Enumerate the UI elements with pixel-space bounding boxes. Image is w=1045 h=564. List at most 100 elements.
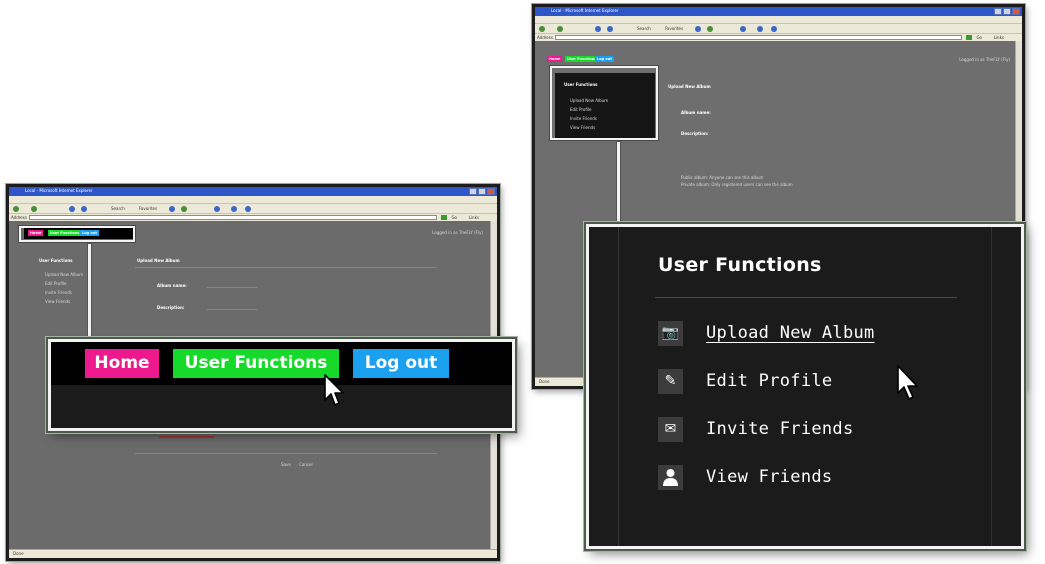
user-functions-heading-mini: User Functions — [39, 258, 73, 263]
user-functions-title: User Functions — [658, 254, 822, 276]
address-label: Address — [537, 35, 553, 40]
go-icon[interactable] — [441, 215, 447, 220]
toolbar-search[interactable]: Search — [111, 206, 125, 211]
error-text-mini — [159, 436, 214, 438]
right-column-rule — [991, 227, 992, 546]
logged-in-text: Logged in as TheFLY (Fly) — [959, 57, 1010, 62]
nav-zoom-panel: Home User Functions Log out — [48, 339, 515, 431]
album-name-label-mini: Album name: — [681, 110, 711, 115]
menu-edit-profile-mini[interactable]: Edit Profile — [45, 281, 66, 286]
menu-view-friends-mini[interactable]: View Friends — [45, 299, 70, 304]
forward-icon[interactable] — [31, 206, 37, 212]
print-icon[interactable] — [231, 206, 237, 212]
address-input[interactable] — [555, 35, 962, 40]
edit-icon[interactable] — [771, 26, 777, 32]
mail-icon[interactable] — [740, 26, 746, 32]
description-input-mini[interactable] — [207, 309, 257, 310]
close-button[interactable] — [487, 188, 495, 195]
menu-item-invite-friends[interactable]: ✉ Invite Friends — [658, 417, 898, 443]
refresh-icon[interactable] — [69, 206, 75, 212]
highlight-frame-nav — [19, 226, 135, 242]
title-bar: Local - Microsoft Internet Explorer — [535, 7, 1022, 16]
highlight-frame-side-menu — [550, 66, 658, 140]
toolbar-search[interactable]: Search — [637, 26, 651, 31]
links-label[interactable]: Links — [469, 215, 479, 220]
menu-upload-mini[interactable]: Upload New Album — [45, 272, 83, 277]
home-icon[interactable] — [607, 26, 613, 32]
status-text: Done — [13, 551, 24, 556]
cancel-button-mini[interactable]: Cancel — [299, 462, 313, 467]
status-bar: Done — [9, 549, 497, 558]
menu-item-upload-album[interactable]: 📷 Upload New Album — [658, 321, 938, 347]
status-text: Done — [539, 379, 550, 384]
nav-bar: Home User Functions Log out — [51, 342, 512, 385]
go-label[interactable]: Go — [976, 35, 982, 40]
window-title: Local - Microsoft Internet Explorer — [551, 8, 619, 13]
menu-bar: File Edit View Favorites Tools Help — [9, 196, 497, 212]
menu-item-label[interactable]: View Friends — [706, 467, 832, 487]
media-icon[interactable] — [169, 206, 175, 212]
home-button[interactable]: Home — [85, 349, 159, 378]
mouse-cursor-icon — [324, 374, 344, 406]
public-option-mini[interactable]: Public album: Anyone can see this album — [681, 175, 763, 180]
links-label[interactable]: Links — [994, 35, 1004, 40]
title-bar: Local - Microsoft Internet Explorer — [9, 187, 497, 196]
minimize-button[interactable] — [994, 8, 1002, 15]
connector-line-right — [617, 142, 620, 228]
save-button-mini[interactable]: Save — [281, 462, 291, 467]
go-icon[interactable] — [966, 35, 972, 40]
home-button-mini[interactable]: Home — [547, 56, 563, 62]
history-icon[interactable] — [707, 26, 713, 32]
menu-item-label[interactable]: Edit Profile — [706, 371, 832, 391]
private-option-mini[interactable]: Private album: Only registered users can… — [681, 182, 793, 187]
menu-bar: File Edit View Favorites Tools Help — [535, 16, 1022, 32]
menu-item-label[interactable]: Upload New Album — [706, 323, 875, 343]
address-label: Address — [11, 215, 27, 220]
maximize-button[interactable] — [1003, 8, 1011, 15]
logout-button[interactable]: Log out — [353, 349, 449, 378]
menu-item-edit-profile[interactable]: ✎ Edit Profile — [658, 369, 878, 395]
album-name-label-mini: Album name: — [157, 283, 187, 288]
toolbar-favorites[interactable]: Favorites — [139, 206, 157, 211]
left-column-rule — [618, 227, 619, 546]
envelope-icon: ✉ — [658, 417, 683, 442]
upload-heading-mini: Upload New Album — [668, 84, 711, 89]
album-name-input-mini[interactable] — [207, 287, 257, 288]
media-icon[interactable] — [695, 26, 701, 32]
description-label-mini: Description: — [681, 131, 709, 136]
refresh-icon[interactable] — [595, 26, 601, 32]
address-bar: Address Go Links — [9, 213, 497, 221]
pen-icon: ✎ — [658, 369, 683, 394]
edit-icon[interactable] — [245, 206, 251, 212]
logout-button-mini[interactable]: Log out — [595, 56, 614, 62]
maximize-button[interactable] — [478, 188, 486, 195]
minimize-button[interactable] — [469, 188, 477, 195]
forward-icon[interactable] — [557, 26, 563, 32]
description-label-mini: Description: — [157, 305, 185, 310]
print-icon[interactable] — [757, 26, 763, 32]
window-title: Local - Microsoft Internet Explorer — [25, 188, 93, 193]
upload-heading-mini: Upload New Album — [137, 258, 180, 263]
address-input[interactable] — [29, 215, 437, 220]
title-divider — [655, 297, 957, 298]
history-icon[interactable] — [181, 206, 187, 212]
back-icon[interactable] — [539, 26, 545, 32]
mail-icon[interactable] — [214, 206, 220, 212]
logged-in-text: Logged in as TheFLY (Fly) — [432, 230, 483, 235]
user-functions-button[interactable]: User Functions — [173, 349, 339, 378]
close-button[interactable] — [1012, 8, 1020, 15]
toolbar-favorites[interactable]: Favorites — [665, 26, 683, 31]
go-label[interactable]: Go — [451, 215, 457, 220]
person-icon — [658, 465, 683, 490]
form-divider — [135, 453, 437, 454]
mouse-cursor-icon — [897, 365, 918, 400]
connector-line-left — [88, 244, 91, 341]
divider — [135, 267, 437, 268]
menu-invite-mini[interactable]: Invite Friends — [45, 290, 72, 295]
back-icon[interactable] — [13, 206, 19, 212]
camera-icon: 📷 — [658, 321, 683, 346]
menu-item-view-friends[interactable]: View Friends — [658, 465, 878, 491]
home-icon[interactable] — [81, 206, 87, 212]
user-functions-button-mini[interactable]: User Functions — [565, 56, 599, 62]
menu-item-label[interactable]: Invite Friends — [706, 419, 854, 439]
